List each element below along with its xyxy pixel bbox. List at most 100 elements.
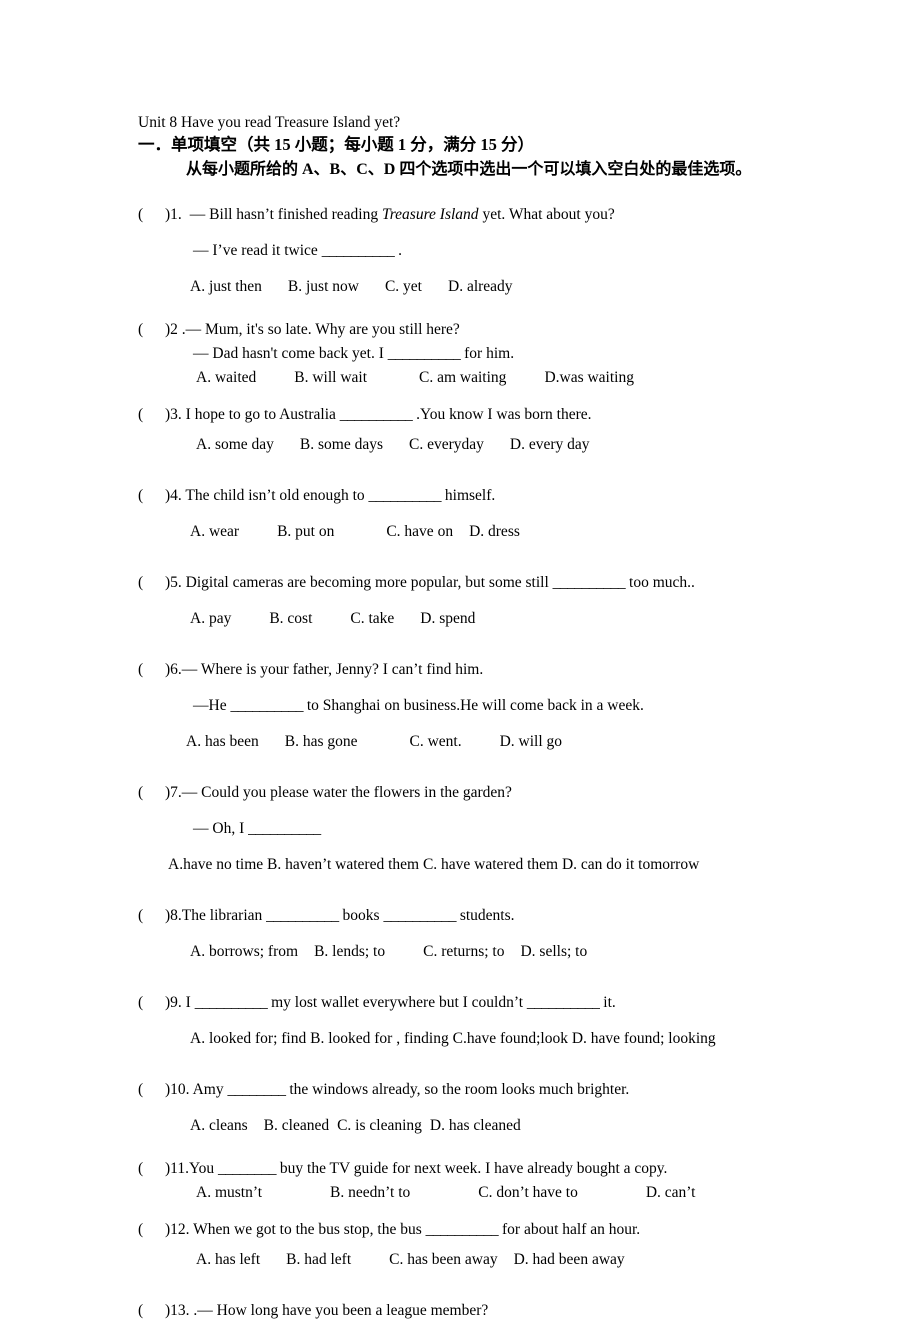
question-8-blank-1[interactable]: __________ (266, 907, 339, 924)
option-b[interactable]: B. needn’t to (330, 1184, 410, 1201)
question-11: ()11.You ________ buy the TV guide for n… (138, 1157, 798, 1205)
option-c[interactable]: C. have on (386, 523, 453, 540)
question-11-blank[interactable]: ________ (218, 1160, 277, 1177)
question-5-options: A. pay B. cost C. take D. spend (138, 601, 798, 637)
option-b[interactable]: B. put on (277, 523, 334, 540)
option-b[interactable]: B. cleaned (264, 1117, 329, 1134)
option-d[interactable]: D. had been away (514, 1251, 625, 1268)
question-6-stem: ()6.— Where is your father, Jenny? I can… (138, 652, 798, 688)
question-9-number: 9. (170, 994, 182, 1011)
question-1-blank[interactable]: __________ (322, 242, 395, 259)
question-9-blank-1[interactable]: __________ (195, 994, 268, 1011)
answer-bracket-open[interactable]: ( (138, 652, 165, 688)
option-d[interactable]: D. will go (500, 733, 562, 750)
question-3-blank[interactable]: __________ (340, 406, 413, 423)
question-7-line2-pre: — Oh, I (193, 820, 249, 837)
answer-bracket-open[interactable]: ( (138, 478, 165, 514)
question-5: ()5. Digital cameras are becoming more p… (138, 565, 798, 637)
option-c[interactable]: C. yet (385, 278, 422, 295)
answer-bracket-open[interactable]: ( (138, 565, 165, 601)
option-b[interactable]: B. some days (300, 436, 383, 453)
option-b[interactable]: B. just now (288, 278, 359, 295)
option-a[interactable]: A. borrows; from (190, 943, 298, 960)
question-7-blank[interactable]: __________ (248, 820, 321, 837)
answer-bracket-open[interactable]: ( (138, 985, 165, 1021)
option-c[interactable]: C. is cleaning (337, 1117, 422, 1134)
option-a[interactable]: A. waited (196, 369, 256, 386)
question-12-stem-pre: When we got to the bus stop, the bus (189, 1221, 426, 1238)
question-7-options[interactable]: A.have no time B. haven’t watered them C… (138, 847, 798, 883)
question-11-stem-pre: You (188, 1160, 219, 1177)
answer-bracket-open[interactable]: ( (138, 1293, 165, 1329)
option-d[interactable]: D. has cleaned (430, 1117, 521, 1134)
answer-bracket-open[interactable]: ( (138, 1072, 165, 1108)
answer-bracket-open[interactable]: ( (138, 1157, 165, 1181)
question-1-number: 1. (170, 206, 182, 223)
question-5-blank[interactable]: __________ (553, 574, 626, 591)
option-d[interactable]: D. dress (469, 523, 520, 540)
question-2-blank[interactable]: __________ (388, 345, 461, 362)
question-5-stem-post: too much.. (625, 574, 695, 591)
option-b[interactable]: B. lends; to (314, 943, 385, 960)
question-11-options: A. mustn’t B. needn’t to C. don’t have to D… (138, 1181, 798, 1205)
question-13-stem: ()13. .— How long have you been a league… (138, 1293, 798, 1329)
question-12-blank[interactable]: __________ (426, 1221, 499, 1238)
answer-bracket-open[interactable]: ( (138, 197, 165, 233)
question-8-stem-post: students. (455, 907, 515, 924)
question-7-line2: — Oh, I __________ (138, 811, 798, 847)
answer-bracket-open[interactable]: ( (138, 318, 165, 342)
question-10-blank[interactable]: ________ (227, 1081, 286, 1098)
question-2-options: A. waited B. will wait C. am waiting D.was … (138, 366, 798, 390)
option-a[interactable]: A. wear (190, 523, 239, 540)
question-8: ()8.The librarian __________ books _____… (138, 898, 798, 970)
option-b[interactable]: B. cost (269, 610, 312, 627)
option-a[interactable]: A. pay (190, 610, 231, 627)
question-12-stem-post: for about half an hour. (498, 1221, 641, 1238)
question-9-blank-2[interactable]: __________ (527, 994, 600, 1011)
question-1-stem: ()1. — Bill hasn’t finished reading Treas… (138, 197, 798, 233)
option-c[interactable]: C. don’t have to (478, 1184, 578, 1201)
answer-bracket-open[interactable]: ( (138, 403, 165, 427)
question-2-line2-post: for him. (460, 345, 515, 362)
option-c[interactable]: C. returns; to (423, 943, 504, 960)
question-8-blank-2[interactable]: __________ (383, 907, 456, 924)
question-12-options: A. has left B. had left C. has been away D.… (138, 1242, 798, 1278)
option-a[interactable]: A. has left (196, 1251, 260, 1268)
question-10-options: A. cleans B. cleaned C. is cleaning D. has … (138, 1108, 798, 1144)
option-c[interactable]: C. am waiting (419, 369, 506, 386)
answer-bracket-open[interactable]: ( (138, 898, 165, 934)
question-1-stem-italic: Treasure Island (381, 206, 479, 223)
question-6-line2-post: to Shanghai on business.He will come bac… (302, 697, 644, 714)
option-a[interactable]: A. has been (186, 733, 259, 750)
option-a[interactable]: A. cleans (190, 1117, 248, 1134)
option-d[interactable]: D. already (448, 278, 513, 295)
question-8-number: 8. (170, 907, 182, 924)
question-9-options[interactable]: A. looked for; find B. looked for , find… (138, 1021, 798, 1057)
option-d[interactable]: D. spend (420, 610, 475, 627)
option-d[interactable]: D. sells; to (520, 943, 587, 960)
option-a[interactable]: A. just then (190, 278, 262, 295)
option-c[interactable]: C. went. (410, 733, 462, 750)
option-c[interactable]: C. take (350, 610, 394, 627)
option-d[interactable]: D. can’t (646, 1184, 696, 1201)
question-4-blank[interactable]: __________ (369, 487, 442, 504)
answer-bracket-open[interactable]: ( (138, 1218, 165, 1242)
question-8-stem-mid: books (338, 907, 384, 924)
question-7-number: 7. (170, 784, 182, 801)
question-3-stem: ()3. I hope to go to Australia _________… (138, 403, 798, 427)
option-a[interactable]: A. some day (196, 436, 274, 453)
option-d[interactable]: D.was waiting (544, 369, 634, 386)
option-c[interactable]: C. has been away (389, 1251, 497, 1268)
option-b[interactable]: B. will wait (294, 369, 367, 386)
option-a[interactable]: A. mustn’t (196, 1184, 262, 1201)
option-b[interactable]: B. has gone (285, 733, 358, 750)
question-3-options: A. some day B. some days C. everyday D. eve… (138, 427, 798, 463)
option-d[interactable]: D. every day (510, 436, 590, 453)
option-c[interactable]: C. everyday (409, 436, 484, 453)
question-6-blank[interactable]: __________ (230, 697, 303, 714)
option-b[interactable]: B. had left (286, 1251, 351, 1268)
answer-bracket-open[interactable]: ( (138, 775, 165, 811)
question-6-options: A. has been B. has gone C. went. D. will go (138, 724, 798, 760)
question-9-stem: ()9. I __________ my lost wallet everywh… (138, 985, 798, 1021)
question-12-number: 12. (170, 1221, 190, 1238)
